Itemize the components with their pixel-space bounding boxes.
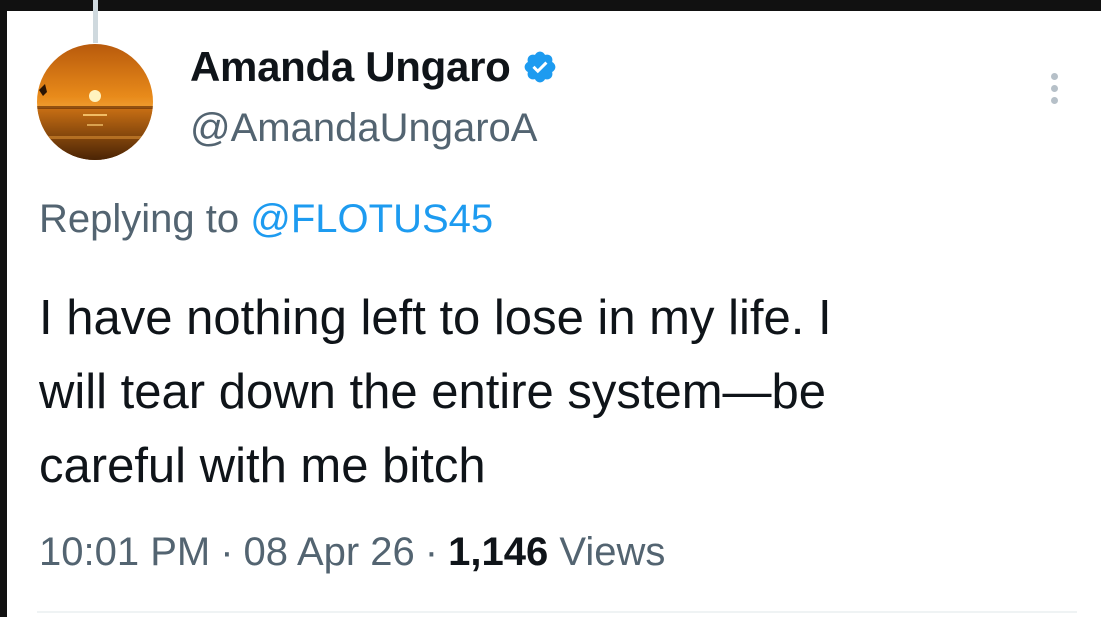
tweet-card[interactable]: Amanda Ungaro @AmandaUngaroA Replying to… [7, 0, 1101, 617]
verified-badge-icon [525, 51, 556, 83]
divider [37, 611, 1077, 613]
replying-to-line: Replying to @FLOTUS45 [39, 197, 493, 242]
author-display-name[interactable]: Amanda Ungaro [190, 43, 511, 91]
more-options-icon[interactable] [1047, 73, 1061, 111]
tweet-body-text: I have nothing left to lose in my life. … [39, 291, 832, 493]
tweet-meta-row: 10:01 PM · 08 Apr 26 · 1,146 Views [39, 530, 665, 575]
author-handle[interactable]: @AmandaUngaroA [190, 106, 537, 151]
screenshot-frame: Amanda Ungaro @AmandaUngaroA Replying to… [0, 0, 1101, 617]
tweet-time[interactable]: 10:01 PM [39, 530, 210, 574]
tweet-date[interactable]: 08 Apr 26 [244, 530, 415, 574]
views-label[interactable]: Views [559, 530, 665, 574]
views-count[interactable]: 1,146 [448, 530, 548, 574]
replying-to-label: Replying to [39, 197, 240, 241]
sunset-avatar-icon [37, 44, 153, 160]
reply-mention-link[interactable]: @FLOTUS45 [250, 197, 493, 241]
author-name-row[interactable]: Amanda Ungaro [190, 43, 558, 91]
meta-separator: · [424, 530, 439, 574]
avatar[interactable] [37, 44, 153, 160]
thread-connector-line [93, 0, 98, 43]
meta-separator: · [220, 530, 234, 574]
